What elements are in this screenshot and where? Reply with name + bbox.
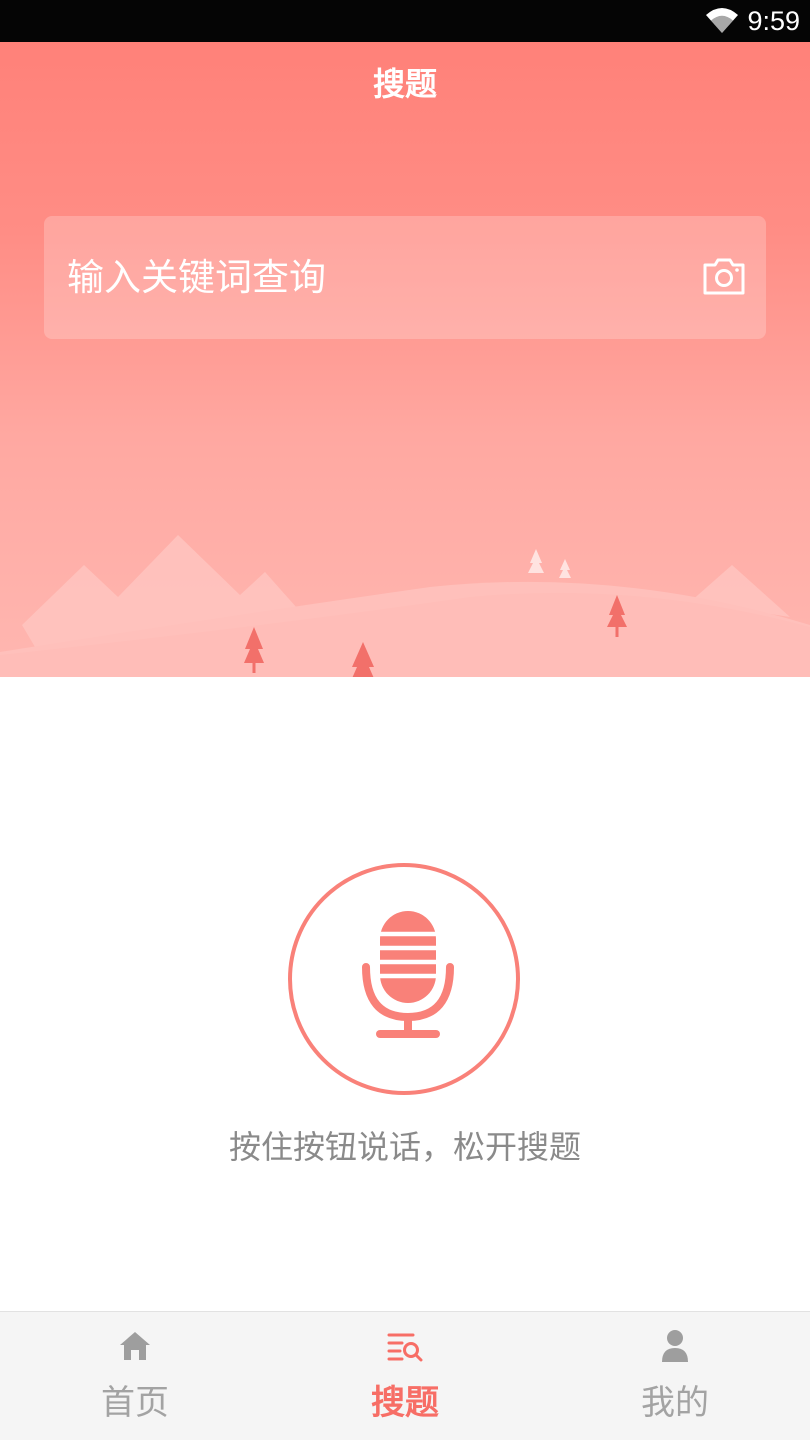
status-bar: 9:59 [0, 0, 810, 42]
tab-mine[interactable]: 我的 [540, 1312, 810, 1441]
voice-search-area: 按住按钮说话，松开搜题 [0, 677, 810, 1311]
wifi-icon [706, 8, 738, 33]
landscape-illustration [0, 535, 810, 677]
voice-hint-text: 按住按钮说话，松开搜题 [228, 1128, 581, 1166]
header-banner: 搜题 输入关键词查询 [0, 42, 810, 677]
tab-search[interactable]: 搜题 [270, 1312, 540, 1441]
user-icon [662, 1330, 688, 1362]
search-input[interactable]: 输入关键词查询 [44, 216, 766, 339]
bottom-tab-bar: 首页 搜题 我的 [0, 1311, 810, 1440]
home-icon [120, 1332, 150, 1360]
tab-home[interactable]: 首页 [0, 1312, 270, 1441]
search-list-icon [387, 1333, 423, 1362]
status-time: 9:59 [747, 6, 800, 36]
voice-record-button[interactable] [288, 863, 520, 1095]
tab-search-label: 搜题 [371, 1383, 439, 1423]
camera-icon[interactable] [702, 256, 746, 296]
tab-mine-label: 我的 [641, 1383, 709, 1423]
search-placeholder: 输入关键词查询 [67, 256, 326, 299]
tab-home-label: 首页 [101, 1383, 169, 1423]
page-title: 搜题 [372, 65, 437, 103]
microphone-icon [362, 911, 454, 1038]
